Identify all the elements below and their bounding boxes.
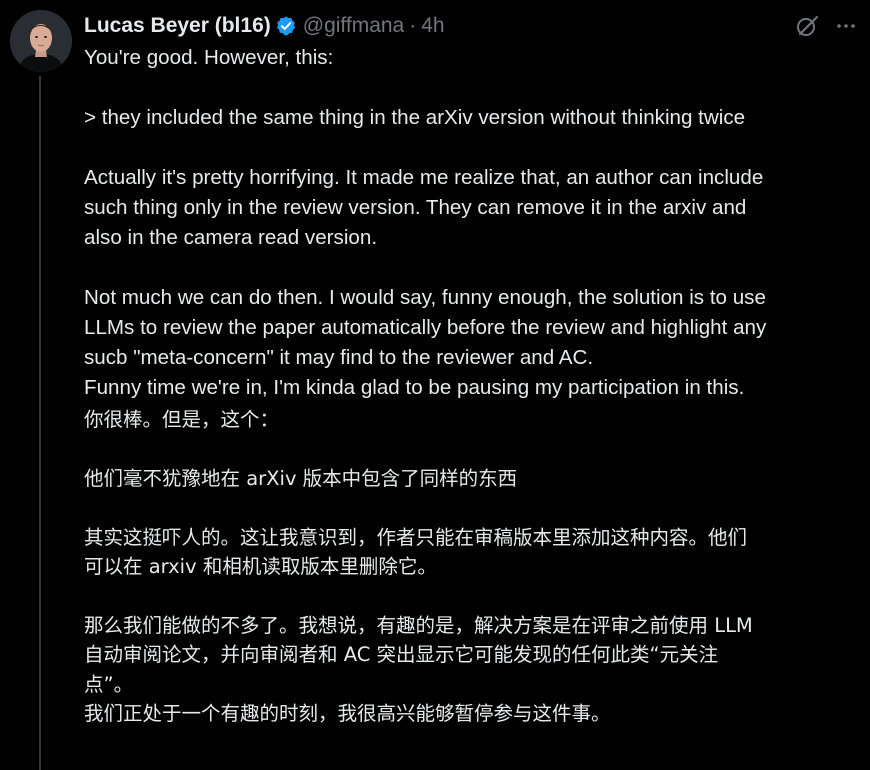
avatar[interactable] — [10, 10, 72, 72]
grok-icon[interactable] — [794, 12, 822, 40]
thread-connector-line — [39, 76, 41, 770]
tweet-text-line: Funny time we're in, I'm kinda glad to b… — [84, 376, 745, 399]
author-handle[interactable]: @giffmana — [303, 14, 404, 38]
tweet-original-text: You're good. However, this: > they inclu… — [84, 43, 862, 403]
translation-line: 可以在 arxiv 和相机读取版本里删除它。 — [84, 555, 437, 578]
author-display-name[interactable]: Lucas Beyer (bl16) — [84, 14, 271, 38]
header-separator: · — [409, 14, 417, 37]
tweet-text-line: LLMs to review the paper automatically b… — [84, 316, 767, 339]
tweet-timestamp[interactable]: 4h — [421, 14, 444, 38]
tweet-text-line: such thing only in the review version. T… — [84, 196, 747, 219]
translation-line: 他们毫不犹豫地在 arXiv 版本中包含了同样的东西 — [84, 466, 518, 490]
translation-line: 我们正处于一个有趣的时刻，我很高兴能够暂停参与这件事。 — [84, 702, 611, 726]
header-actions — [794, 12, 860, 40]
tweet-text-line: > they included the same thing in the ar… — [84, 106, 746, 129]
tweet-header: Lucas Beyer (bl16) @giffmana · 4h — [84, 10, 445, 42]
tweet-translation-text: 你很棒。但是，这个： 他们毫不犹豫地在 arXiv 版本中包含了同样的东西 其实… — [84, 405, 862, 728]
verified-badge-icon — [275, 15, 297, 37]
translation-line: 自动审阅论文，并向审阅者和 AC 突出显示它可能发现的任何此类“元关注 — [84, 643, 719, 667]
tweet-text: You're good. However, this: > they inclu… — [84, 43, 862, 728]
translation-line: 那么我们能做的不多了。我想说，有趣的是，解决方案是在评审之前使用 LLM — [84, 613, 753, 637]
translation-line: 其实这挺吓人的。这让我意识到，作者只能在审稿版本里添加这种内容。他们 — [84, 525, 748, 549]
tweet-text-line: also in the camera read version. — [84, 226, 378, 249]
tweet-text-line: Not much we can do then. I would say, fu… — [84, 286, 766, 309]
tweet-text-line: Actually it's pretty horrifying. It made… — [84, 166, 764, 189]
translation-line: 点”。 — [84, 672, 134, 696]
more-icon[interactable] — [832, 12, 860, 40]
tweet-text-line: You're good. However, this: — [84, 46, 334, 69]
tweet-text-line: sucb "meta-concern" it may find to the r… — [84, 346, 594, 369]
translation-line: 你很棒。但是，这个： — [84, 408, 280, 431]
